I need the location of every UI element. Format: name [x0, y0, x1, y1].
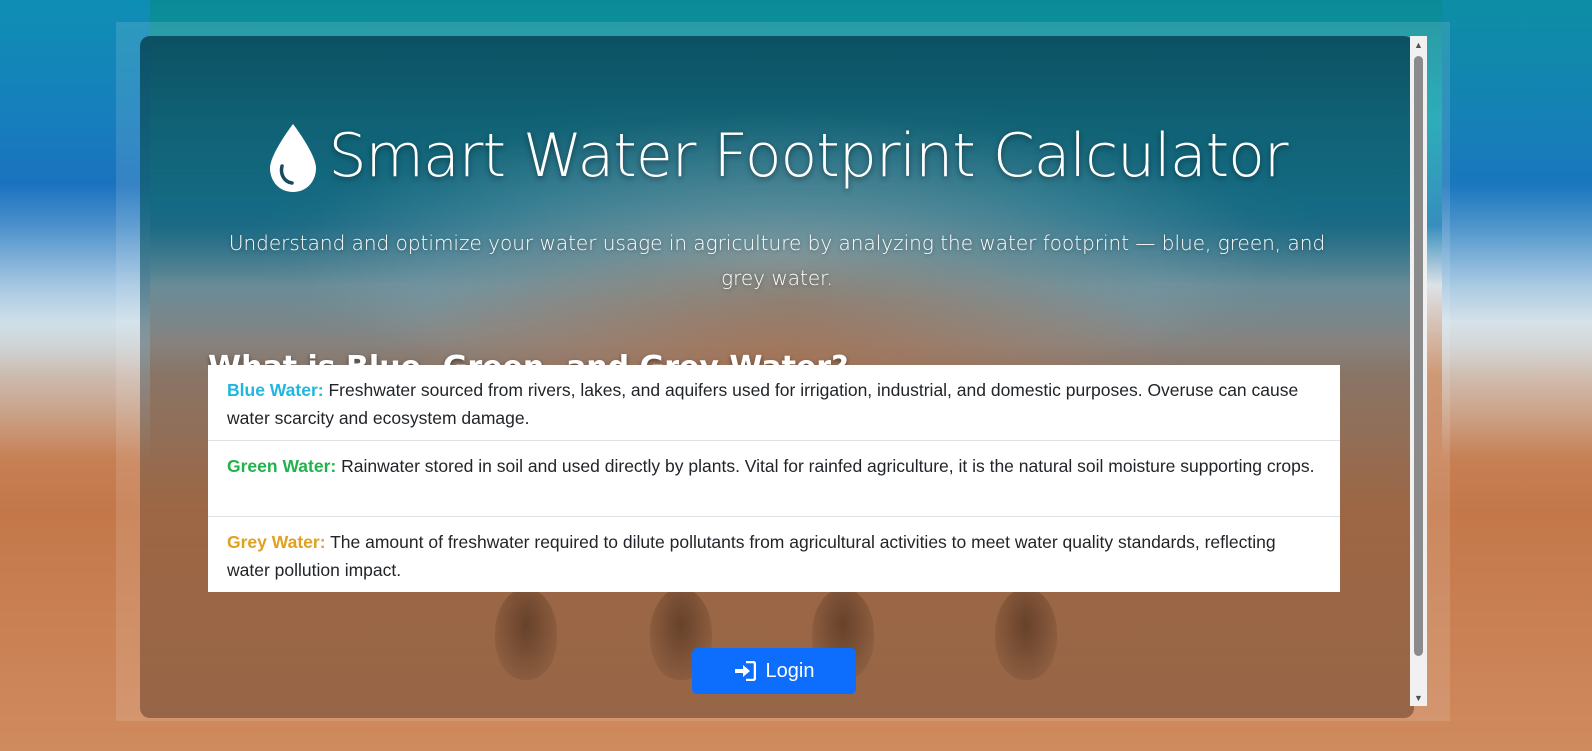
list-item-green-water: Green Water: Rainwater stored in soil an…	[208, 441, 1340, 517]
footprint-decoration	[995, 588, 1057, 680]
main-panel: Smart Water Footprint Calculator Underst…	[140, 36, 1414, 718]
term-blue-water: Blue Water:	[227, 380, 324, 400]
term-green-water: Green Water:	[227, 456, 337, 476]
list-item-blue-water: Blue Water: Freshwater sourced from rive…	[208, 365, 1340, 441]
login-button[interactable]: Login	[692, 648, 856, 694]
footprint-decoration	[495, 588, 557, 680]
login-button-label: Login	[765, 659, 815, 682]
description-grey-water: The amount of freshwater required to dil…	[227, 532, 1276, 580]
scroll-down-arrow-icon[interactable]: ▼	[1410, 689, 1427, 706]
title-row: Smart Water Footprint Calculator	[140, 118, 1414, 194]
scrollbar[interactable]: ▲ ▼	[1410, 36, 1427, 706]
water-drop-icon	[270, 124, 317, 192]
scrollbar-thumb[interactable]	[1414, 56, 1423, 656]
list-item-grey-water: Grey Water: The amount of freshwater req…	[208, 517, 1340, 592]
water-types-list: Blue Water: Freshwater sourced from rive…	[208, 365, 1340, 592]
page-subtitle: Understand and optimize your water usage…	[228, 231, 1326, 290]
page-title: Smart Water Footprint Calculator	[328, 121, 1288, 191]
background-sea-right	[1442, 0, 1592, 460]
description-blue-water: Freshwater sourced from rivers, lakes, a…	[227, 380, 1299, 428]
scroll-up-arrow-icon[interactable]: ▲	[1410, 36, 1427, 53]
description-green-water: Rainwater stored in soil and used direct…	[341, 456, 1315, 476]
sign-in-icon	[734, 661, 756, 681]
term-grey-water: Grey Water:	[227, 532, 326, 552]
